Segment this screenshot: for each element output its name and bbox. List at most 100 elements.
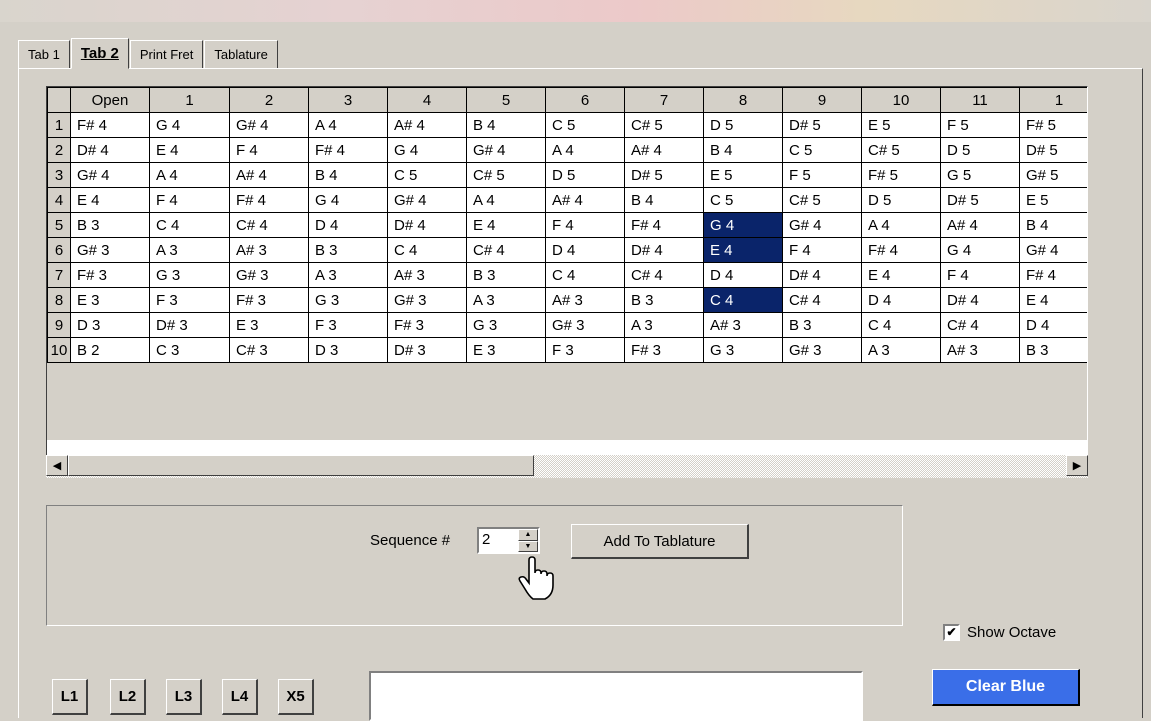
note-cell[interactable]: B 2 bbox=[70, 337, 150, 363]
note-cell[interactable]: D# 4 bbox=[782, 262, 862, 288]
row-header[interactable]: 7 bbox=[47, 262, 71, 288]
note-cell[interactable]: C 5 bbox=[387, 162, 467, 188]
sequence-stepper[interactable]: 2 ▲ ▼ bbox=[477, 527, 540, 554]
note-cell[interactable]: D# 4 bbox=[940, 287, 1020, 313]
note-cell[interactable]: G# 4 bbox=[70, 162, 150, 188]
note-cell[interactable]: C# 5 bbox=[782, 187, 862, 213]
note-cell[interactable]: F# 5 bbox=[1019, 112, 1087, 138]
note-cell[interactable]: A 3 bbox=[861, 337, 941, 363]
tab-2[interactable]: Tab 2 bbox=[70, 38, 129, 69]
note-cell[interactable]: B 3 bbox=[624, 287, 704, 313]
tab-tablature[interactable]: Tablature bbox=[204, 40, 278, 68]
note-cell[interactable]: A 3 bbox=[466, 287, 546, 313]
row-header[interactable]: 5 bbox=[47, 212, 71, 238]
row-header[interactable]: 4 bbox=[47, 187, 71, 213]
note-cell[interactable]: C# 4 bbox=[466, 237, 546, 263]
note-cell[interactable]: F 4 bbox=[940, 262, 1020, 288]
note-cell[interactable]: A 4 bbox=[149, 162, 230, 188]
note-cell[interactable]: D 5 bbox=[861, 187, 941, 213]
note-cell[interactable]: A 4 bbox=[545, 137, 625, 163]
note-cell[interactable]: G 4 bbox=[149, 112, 230, 138]
output-text-box[interactable] bbox=[369, 671, 863, 721]
column-header[interactable]: 1 bbox=[1019, 87, 1087, 113]
note-cell[interactable]: C 5 bbox=[545, 112, 625, 138]
note-cell[interactable]: G 4 bbox=[308, 187, 388, 213]
sequence-spinner[interactable]: ▲ ▼ bbox=[518, 529, 538, 552]
fret-note-grid[interactable]: Open 1 2 3 4 5 6 7 8 9 10 11 1 1 F# 4G 4 G# 4A 4 A# 4B … bbox=[46, 86, 1088, 477]
note-cell[interactable]: G# 4 bbox=[229, 112, 309, 138]
scroll-left-arrow-icon[interactable]: ◀ bbox=[46, 455, 68, 476]
row-header[interactable]: 8 bbox=[47, 287, 71, 313]
sequence-input[interactable]: 2 bbox=[479, 529, 518, 552]
note-cell[interactable]: G# 4 bbox=[387, 187, 467, 213]
note-cell[interactable]: G 3 bbox=[703, 337, 783, 363]
note-cell[interactable]: A 3 bbox=[624, 312, 704, 338]
note-cell[interactable]: D 5 bbox=[545, 162, 625, 188]
note-cell[interactable]: D# 5 bbox=[624, 162, 704, 188]
note-cell[interactable]: D 4 bbox=[1019, 312, 1087, 338]
note-cell[interactable]: C# 4 bbox=[940, 312, 1020, 338]
selected-note-cell[interactable]: E 4 bbox=[703, 237, 783, 263]
note-cell[interactable]: F 3 bbox=[545, 337, 625, 363]
note-cell[interactable]: G 5 bbox=[940, 162, 1020, 188]
column-header[interactable]: Open bbox=[70, 87, 150, 113]
note-cell[interactable]: D 4 bbox=[308, 212, 388, 238]
note-cell[interactable]: A# 3 bbox=[703, 312, 783, 338]
note-cell[interactable]: C 5 bbox=[782, 137, 862, 163]
note-cell[interactable]: F 4 bbox=[545, 212, 625, 238]
note-cell[interactable]: D# 5 bbox=[782, 112, 862, 138]
note-cell[interactable]: D 5 bbox=[940, 137, 1020, 163]
column-header[interactable]: 4 bbox=[387, 87, 467, 113]
note-cell[interactable]: E 4 bbox=[861, 262, 941, 288]
column-header[interactable]: 1 bbox=[149, 87, 230, 113]
note-cell[interactable]: A 3 bbox=[149, 237, 230, 263]
note-cell[interactable]: E 5 bbox=[703, 162, 783, 188]
note-cell[interactable]: G 3 bbox=[308, 287, 388, 313]
note-cell[interactable]: F 4 bbox=[782, 237, 862, 263]
column-header[interactable]: 7 bbox=[624, 87, 704, 113]
note-cell[interactable]: F# 4 bbox=[861, 237, 941, 263]
note-cell[interactable]: A# 4 bbox=[624, 137, 704, 163]
row-header[interactable]: 9 bbox=[47, 312, 71, 338]
note-cell[interactable]: G# 3 bbox=[387, 287, 467, 313]
note-cell[interactable]: B 3 bbox=[782, 312, 862, 338]
note-cell[interactable]: D# 4 bbox=[387, 212, 467, 238]
note-cell[interactable]: E 4 bbox=[466, 212, 546, 238]
note-cell[interactable]: G 3 bbox=[149, 262, 230, 288]
row-header[interactable]: 3 bbox=[47, 162, 71, 188]
column-header[interactable]: 6 bbox=[545, 87, 625, 113]
note-cell[interactable]: F# 4 bbox=[624, 212, 704, 238]
show-octave-checkbox[interactable]: ✔ Show Octave bbox=[943, 624, 1056, 641]
tab-print-fret[interactable]: Print Fret bbox=[129, 40, 204, 68]
note-cell[interactable]: B 4 bbox=[1019, 212, 1087, 238]
add-to-tablature-button[interactable]: Add To Tablature bbox=[571, 524, 749, 559]
note-cell[interactable]: E 4 bbox=[1019, 287, 1087, 313]
note-cell[interactable]: G 4 bbox=[940, 237, 1020, 263]
l4-button[interactable]: L4 bbox=[222, 679, 258, 715]
note-cell[interactable]: G 3 bbox=[466, 312, 546, 338]
note-cell[interactable]: D 3 bbox=[70, 312, 150, 338]
note-cell[interactable]: G# 4 bbox=[782, 212, 862, 238]
note-cell[interactable]: C# 5 bbox=[624, 112, 704, 138]
note-cell[interactable]: F# 3 bbox=[624, 337, 704, 363]
note-cell[interactable]: G# 5 bbox=[1019, 162, 1087, 188]
note-cell[interactable]: A# 4 bbox=[387, 112, 467, 138]
note-cell[interactable]: E 5 bbox=[1019, 187, 1087, 213]
note-cell[interactable]: C# 5 bbox=[466, 162, 546, 188]
note-cell[interactable]: C# 4 bbox=[229, 212, 309, 238]
note-cell[interactable]: C# 4 bbox=[624, 262, 704, 288]
note-cell[interactable]: B 4 bbox=[308, 162, 388, 188]
note-cell[interactable]: D 4 bbox=[703, 262, 783, 288]
note-cell[interactable]: A# 4 bbox=[940, 212, 1020, 238]
note-cell[interactable]: C 4 bbox=[545, 262, 625, 288]
column-header[interactable]: 3 bbox=[308, 87, 388, 113]
selected-note-cell[interactable]: G 4 bbox=[703, 212, 783, 238]
note-cell[interactable]: F 5 bbox=[940, 112, 1020, 138]
l2-button[interactable]: L2 bbox=[110, 679, 146, 715]
note-cell[interactable]: D# 5 bbox=[1019, 137, 1087, 163]
note-cell[interactable]: G# 3 bbox=[70, 237, 150, 263]
selected-note-cell[interactable]: C 4 bbox=[703, 287, 783, 313]
note-cell[interactable]: G# 4 bbox=[1019, 237, 1087, 263]
note-cell[interactable]: C 5 bbox=[703, 187, 783, 213]
l1-button[interactable]: L1 bbox=[52, 679, 88, 715]
